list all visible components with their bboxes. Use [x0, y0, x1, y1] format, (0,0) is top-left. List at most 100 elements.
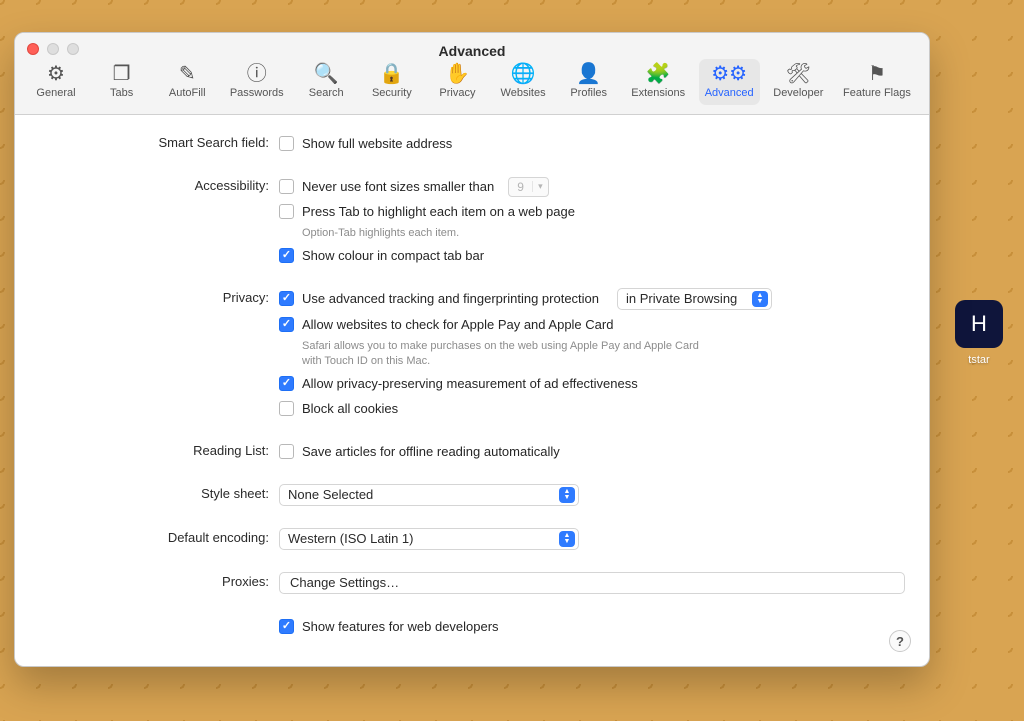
select-style-sheet-value: None Selected	[288, 487, 373, 502]
option-show-full-address[interactable]: Show full website address	[279, 133, 905, 154]
checkbox-show-develop[interactable]	[279, 619, 294, 634]
extensions-icon: 🧩	[646, 63, 671, 85]
tab-privacy[interactable]: ✋ Privacy	[428, 59, 486, 105]
tab-security[interactable]: 🔒 Security	[363, 59, 421, 105]
checkbox-min-font-size[interactable]	[279, 179, 294, 194]
label-empty	[39, 616, 279, 618]
option-offline-reading[interactable]: Save articles for offline reading automa…	[279, 441, 905, 462]
profiles-icon: 👤	[576, 63, 601, 85]
tab-extensions[interactable]: 🧩 Extensions	[625, 59, 691, 105]
desktop-app-label: tstar	[934, 354, 1024, 366]
option-press-tab[interactable]: Press Tab to highlight each item on a we…	[279, 201, 905, 222]
titlebar: Advanced ⚙ General ❐ Tabs ✎ AutoFill ⓘ Password…	[15, 33, 929, 115]
search-icon: 🔍	[314, 63, 339, 85]
option-apple-pay[interactable]: Allow websites to check for Apple Pay an…	[279, 314, 905, 335]
checkbox-ad-measurement[interactable]	[279, 376, 294, 391]
select-caret-icon: ▲▼	[559, 487, 575, 503]
text-min-font-size: Never use font sizes smaller than	[302, 179, 494, 194]
tab-label: Search	[309, 87, 344, 99]
select-style-sheet[interactable]: None Selected ▲▼	[279, 484, 579, 506]
label-privacy: Privacy:	[39, 288, 279, 305]
option-min-font-size[interactable]: Never use font sizes smaller than 9 ▾	[279, 176, 905, 197]
checkbox-press-tab[interactable]	[279, 204, 294, 219]
tab-label: Security	[372, 87, 412, 99]
text-offline-reading: Save articles for offline reading automa…	[302, 444, 560, 459]
option-tracking-protection[interactable]: Use advanced tracking and fingerprinting…	[279, 288, 905, 310]
tab-label: Websites	[501, 87, 546, 99]
tab-tabs[interactable]: ❐ Tabs	[93, 59, 151, 105]
select-default-encoding[interactable]: Western (ISO Latin 1) ▲▼	[279, 528, 579, 550]
text-tracking-protection: Use advanced tracking and fingerprinting…	[302, 291, 599, 306]
tab-label: Extensions	[631, 87, 685, 99]
select-tracking-mode[interactable]: in Private Browsing ▲▼	[617, 288, 772, 310]
text-ad-measurement: Allow privacy-preserving measurement of …	[302, 376, 638, 391]
select-caret-icon: ▲▼	[752, 291, 768, 307]
text-block-cookies: Block all cookies	[302, 401, 398, 416]
select-tracking-mode-value: in Private Browsing	[626, 291, 737, 306]
desktop-background: H tstar Advanced ⚙ General ❐ Tabs ✎ AutoFill ⓘ…	[0, 0, 1024, 721]
option-show-colour-compact[interactable]: Show colour in compact tab bar	[279, 245, 905, 266]
label-reading-list: Reading List:	[39, 441, 279, 458]
toolbar: ⚙ General ❐ Tabs ✎ AutoFill ⓘ Passwords 🔍 Search 🔒…	[15, 55, 929, 105]
tab-search[interactable]: 🔍 Search	[297, 59, 355, 105]
desktop-app-tile: H	[955, 300, 1003, 348]
desktop-app-icon[interactable]: H tstar	[934, 300, 1024, 420]
tab-feature-flags[interactable]: ⚑ Feature Flags	[837, 59, 917, 105]
checkbox-block-cookies[interactable]	[279, 401, 294, 416]
label-smart-search: Smart Search field:	[39, 133, 279, 150]
developer-icon: 🛠	[786, 63, 811, 85]
label-proxies: Proxies:	[39, 572, 279, 589]
tab-developer[interactable]: 🛠 Developer	[767, 59, 829, 105]
checkbox-offline-reading[interactable]	[279, 444, 294, 459]
tab-websites[interactable]: 🌐 Websites	[494, 59, 552, 105]
tab-label: General	[36, 87, 75, 99]
tab-advanced[interactable]: ⚙⚙ Advanced	[699, 59, 760, 105]
checkbox-tracking-protection[interactable]	[279, 291, 294, 306]
content-area: Smart Search field: Show full website ad…	[15, 115, 929, 666]
text-show-full-address: Show full website address	[302, 136, 452, 151]
tab-label: Tabs	[110, 87, 133, 99]
advanced-icon: ⚙⚙	[711, 63, 747, 85]
checkbox-show-colour-compact[interactable]	[279, 248, 294, 263]
tabs-icon: ❐	[113, 63, 131, 85]
label-default-encoding: Default encoding:	[39, 528, 279, 545]
option-block-cookies[interactable]: Block all cookies	[279, 398, 905, 419]
label-style-sheet: Style sheet:	[39, 484, 279, 501]
tab-label: AutoFill	[169, 87, 206, 99]
autofill-icon: ✎	[179, 63, 196, 85]
stepper-caret-icon: ▾	[532, 181, 548, 192]
label-accessibility: Accessibility:	[39, 176, 279, 193]
checkbox-apple-pay[interactable]	[279, 317, 294, 332]
text-show-colour-compact: Show colour in compact tab bar	[302, 248, 484, 263]
text-apple-pay: Allow websites to check for Apple Pay an…	[302, 317, 613, 332]
preferences-window: Advanced ⚙ General ❐ Tabs ✎ AutoFill ⓘ Password…	[14, 32, 930, 667]
feature-flags-icon: ⚑	[868, 63, 886, 85]
hint-apple-pay: Safari allows you to make purchases on t…	[302, 339, 702, 369]
option-show-develop[interactable]: Show features for web developers	[279, 616, 905, 637]
text-press-tab: Press Tab to highlight each item on a we…	[302, 204, 575, 219]
window-title: Advanced	[15, 43, 929, 59]
text-show-develop: Show features for web developers	[302, 619, 499, 634]
security-icon: 🔒	[379, 63, 404, 85]
tab-label: Developer	[773, 87, 823, 99]
general-icon: ⚙	[47, 63, 65, 85]
tab-label: Advanced	[705, 87, 754, 99]
button-change-proxy-settings[interactable]: Change Settings…	[279, 572, 905, 594]
stepper-value: 9	[509, 180, 532, 194]
stepper-min-font-size[interactable]: 9 ▾	[508, 177, 549, 197]
tab-passwords[interactable]: ⓘ Passwords	[224, 59, 290, 105]
privacy-icon: ✋	[445, 63, 470, 85]
tab-profiles[interactable]: 👤 Profiles	[560, 59, 618, 105]
passwords-icon: ⓘ	[247, 63, 267, 85]
websites-icon: 🌐	[511, 63, 536, 85]
tab-autofill[interactable]: ✎ AutoFill	[158, 59, 216, 105]
checkbox-show-full-address[interactable]	[279, 136, 294, 151]
tab-label: Privacy	[439, 87, 475, 99]
tab-general[interactable]: ⚙ General	[27, 59, 85, 105]
hint-press-tab: Option-Tab highlights each item.	[302, 226, 702, 241]
tab-label: Profiles	[570, 87, 607, 99]
help-button[interactable]: ?	[889, 630, 911, 652]
tab-label: Feature Flags	[843, 87, 911, 99]
tab-label: Passwords	[230, 87, 284, 99]
option-ad-measurement[interactable]: Allow privacy-preserving measurement of …	[279, 373, 905, 394]
